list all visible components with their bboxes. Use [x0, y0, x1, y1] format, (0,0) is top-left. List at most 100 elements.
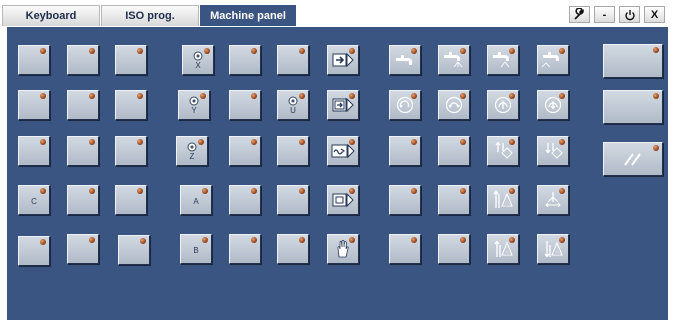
led-indicator	[137, 188, 143, 194]
feed-hold-key[interactable]	[327, 234, 359, 264]
panel-key[interactable]	[67, 234, 99, 264]
panel-key[interactable]	[277, 136, 309, 166]
panel-key[interactable]	[389, 234, 421, 264]
panel-key[interactable]	[67, 90, 99, 120]
led-indicator	[559, 237, 565, 243]
panel-key[interactable]	[115, 185, 147, 215]
cycle-start-key[interactable]	[327, 136, 359, 166]
tab-iso-prog[interactable]: ISO prog.	[101, 5, 199, 26]
led-indicator	[653, 93, 659, 99]
panel-key[interactable]	[18, 45, 50, 75]
panel-key[interactable]	[229, 45, 261, 75]
tool-measure-key[interactable]	[537, 185, 569, 215]
close-button[interactable]: X	[644, 6, 665, 23]
single-block-key[interactable]	[327, 90, 359, 120]
led-indicator	[89, 237, 95, 243]
led-indicator	[460, 237, 466, 243]
led-indicator	[40, 48, 46, 54]
coolant-key[interactable]	[389, 45, 421, 75]
led-indicator	[40, 139, 46, 145]
program-box-icon	[332, 192, 354, 208]
b-key[interactable]: B	[180, 234, 212, 264]
panel-key[interactable]	[115, 136, 147, 166]
spindle-stop-key[interactable]	[438, 90, 470, 120]
axis-z-key[interactable]: Z	[176, 136, 208, 166]
led-indicator	[40, 188, 46, 194]
panel-key[interactable]	[18, 90, 50, 120]
panel-key[interactable]	[18, 236, 50, 266]
coolant-3-key[interactable]	[537, 45, 569, 75]
led-indicator	[460, 48, 466, 54]
jog-circle-icon	[193, 51, 203, 60]
led-indicator	[411, 139, 417, 145]
spindle-down-key[interactable]	[537, 90, 569, 120]
led-indicator	[198, 139, 204, 145]
c-key[interactable]: C	[18, 185, 50, 215]
hand-stop-icon	[337, 240, 349, 258]
panel-key[interactable]	[277, 185, 309, 215]
tool-down-key[interactable]	[537, 136, 569, 166]
feed-override-key[interactable]	[603, 142, 663, 176]
spindle-up-key[interactable]	[487, 90, 519, 120]
led-indicator	[411, 93, 417, 99]
panel-key[interactable]	[229, 185, 261, 215]
panel-key[interactable]	[115, 90, 147, 120]
axis-y-key[interactable]: Y	[178, 90, 210, 120]
panel-key[interactable]	[438, 185, 470, 215]
double-slash-icon	[624, 153, 641, 166]
wrench-button[interactable]	[569, 6, 590, 23]
rotate-up-icon	[494, 96, 512, 114]
axis-u-key[interactable]: U	[277, 90, 309, 120]
panel-key[interactable]	[118, 235, 150, 265]
led-indicator	[411, 48, 417, 54]
large-key-2[interactable]	[603, 90, 663, 124]
axis-z-label: Z	[189, 151, 195, 161]
led-indicator	[509, 188, 515, 194]
large-key-1[interactable]	[603, 44, 663, 78]
coolant-2-key[interactable]	[487, 45, 519, 75]
panel-key[interactable]	[229, 234, 261, 264]
panel-key[interactable]	[67, 136, 99, 166]
panel-key[interactable]	[229, 90, 261, 120]
panel-key[interactable]	[277, 234, 309, 264]
probe-down-key[interactable]	[537, 234, 569, 264]
panel-key[interactable]	[67, 185, 99, 215]
panel-key[interactable]	[115, 45, 147, 75]
led-indicator	[137, 139, 143, 145]
led-indicator	[251, 237, 257, 243]
led-indicator	[509, 139, 515, 145]
led-indicator	[202, 237, 208, 243]
led-indicator	[89, 48, 95, 54]
coolant-mist-key[interactable]	[438, 45, 470, 75]
machine-panel: C X Y U Z A B	[7, 27, 668, 320]
led-indicator	[653, 145, 659, 151]
spindle-ccw-key[interactable]	[389, 90, 421, 120]
led-indicator	[559, 48, 565, 54]
led-indicator	[204, 48, 210, 54]
a-key[interactable]: A	[180, 185, 212, 215]
axis-y-label: Y	[191, 105, 197, 115]
panel-key[interactable]	[389, 185, 421, 215]
probe-key[interactable]	[487, 185, 519, 215]
tab-keyboard[interactable]: Keyboard	[2, 5, 100, 26]
panel-key[interactable]	[18, 136, 50, 166]
led-indicator	[509, 93, 515, 99]
led-indicator	[349, 48, 355, 54]
tab-machine-panel[interactable]: Machine panel	[200, 5, 296, 26]
program-key[interactable]	[327, 185, 359, 215]
panel-key[interactable]	[67, 45, 99, 75]
panel-key[interactable]	[438, 136, 470, 166]
power-button[interactable]	[619, 6, 640, 23]
led-indicator	[411, 237, 417, 243]
panel-key[interactable]	[438, 234, 470, 264]
panel-key[interactable]	[389, 136, 421, 166]
axis-x-key[interactable]: X	[182, 45, 214, 75]
probe-up-key[interactable]	[487, 234, 519, 264]
rotate-down-icon	[544, 96, 562, 114]
panel-key[interactable]	[277, 45, 309, 75]
led-indicator	[653, 47, 659, 53]
tool-up-key[interactable]	[487, 136, 519, 166]
panel-key[interactable]	[229, 136, 261, 166]
block-forward-key[interactable]	[327, 45, 359, 75]
minimize-button[interactable]: -	[594, 6, 615, 23]
